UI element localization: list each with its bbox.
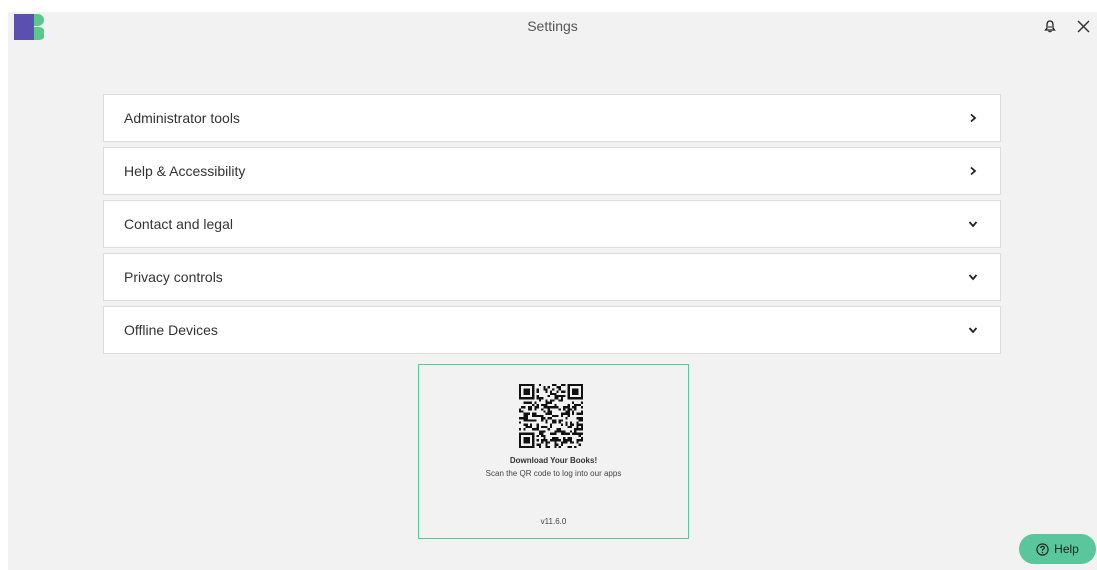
chevron-down-icon [966, 323, 980, 337]
question-circle-icon [1036, 542, 1049, 556]
help-button[interactable]: Help [1019, 534, 1096, 564]
menu-item-administrator-tools[interactable]: Administrator tools [103, 94, 1001, 142]
menu-item-label: Privacy controls [124, 269, 223, 285]
menu-item-label: Help & Accessibility [124, 163, 246, 179]
bell-icon[interactable] [1039, 15, 1061, 37]
menu-item-label: Administrator tools [124, 110, 240, 126]
menu-item-label: Contact and legal [124, 216, 233, 232]
menu-item-contact-legal[interactable]: Contact and legal [103, 200, 1001, 248]
menu-item-offline-devices[interactable]: Offline Devices [103, 306, 1001, 354]
title-bar: Settings [8, 12, 1097, 42]
qr-download-card: Download Your Books! Scan the QR code to… [418, 364, 689, 539]
chevron-right-icon [966, 111, 980, 125]
qr-code [519, 384, 583, 448]
menu-item-help-accessibility[interactable]: Help & Accessibility [103, 147, 1001, 195]
app-window: Settings Administrator tools Help & Acce… [8, 12, 1097, 570]
qr-subtitle: Scan the QR code to log into our apps [485, 469, 622, 478]
app-version: v11.6.0 [540, 517, 567, 526]
chevron-down-icon [966, 270, 980, 284]
window-title: Settings [527, 18, 578, 34]
chevron-right-icon [966, 164, 980, 178]
menu-item-privacy-controls[interactable]: Privacy controls [103, 253, 1001, 301]
settings-menu: Administrator tools Help & Accessibility… [103, 94, 1001, 359]
chevron-down-icon [966, 217, 980, 231]
qr-title: Download Your Books! [509, 456, 598, 465]
menu-item-label: Offline Devices [124, 322, 218, 338]
close-icon[interactable] [1072, 15, 1094, 37]
help-label: Help [1054, 542, 1079, 556]
